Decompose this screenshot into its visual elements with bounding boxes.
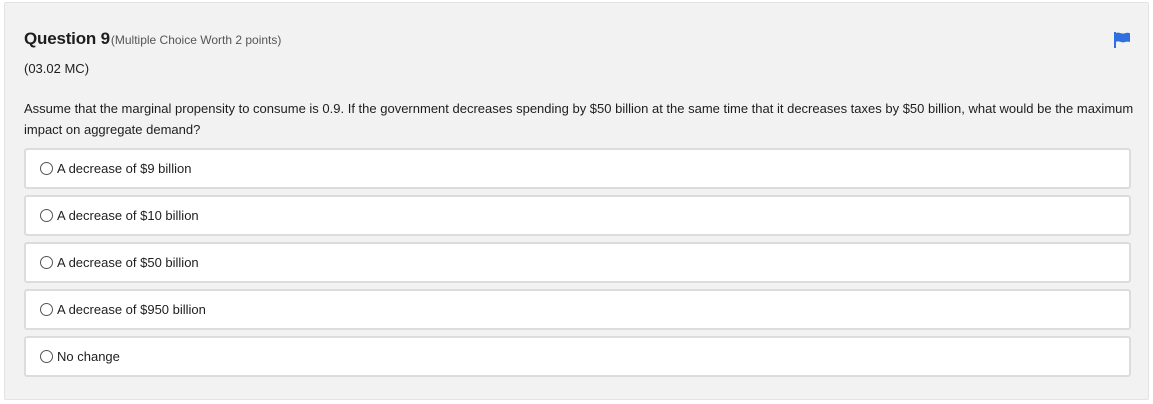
radio-button[interactable]	[40, 350, 53, 363]
radio-button[interactable]	[40, 162, 53, 175]
choice-label: A decrease of $9 billion	[57, 161, 192, 176]
radio-button[interactable]	[40, 303, 53, 316]
answer-choice[interactable]: A decrease of $10 billion	[24, 195, 1131, 236]
question-title: Question 9	[24, 29, 110, 48]
radio-button[interactable]	[40, 256, 53, 269]
answer-choice[interactable]: A decrease of $950 billion	[24, 289, 1131, 330]
question-header: Question 9 (Multiple Choice Worth 2 poin…	[24, 29, 281, 49]
flag-icon[interactable]	[1113, 31, 1131, 49]
answer-choice[interactable]: A decrease of $9 billion	[24, 148, 1131, 189]
choice-label: A decrease of $50 billion	[57, 255, 199, 270]
answer-choice[interactable]: No change	[24, 336, 1131, 377]
answer-choice[interactable]: A decrease of $50 billion	[24, 242, 1131, 283]
choice-label: No change	[57, 349, 120, 364]
question-card: Question 9 (Multiple Choice Worth 2 poin…	[4, 2, 1149, 400]
choice-label: A decrease of $950 billion	[57, 302, 206, 317]
question-code: (03.02 MC)	[24, 61, 90, 76]
choice-label: A decrease of $10 billion	[57, 208, 199, 223]
question-stem: Assume that the marginal propensity to c…	[24, 101, 1134, 137]
answer-choices: A decrease of $9 billion A decrease of $…	[24, 148, 1131, 383]
radio-button[interactable]	[40, 209, 53, 222]
question-points: (Multiple Choice Worth 2 points)	[110, 33, 282, 47]
